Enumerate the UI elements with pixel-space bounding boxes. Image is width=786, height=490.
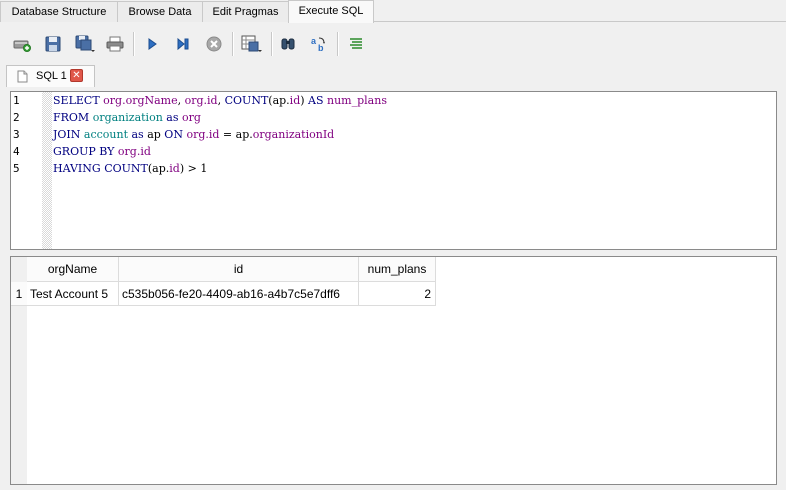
- column-header-orgname[interactable]: orgName: [27, 257, 119, 282]
- tab-browse-data[interactable]: Browse Data: [117, 1, 203, 22]
- results-grid[interactable]: orgName id num_plans 1 Test Account 5 c5…: [10, 256, 777, 485]
- stop-icon[interactable]: [203, 33, 225, 55]
- cell-orgname[interactable]: Test Account 5: [27, 282, 119, 306]
- sql-editor[interactable]: 1 2 3 4 5 SELECT org.orgName, org.id, CO…: [10, 91, 777, 250]
- row-header-area: [11, 306, 27, 484]
- open-tab-icon[interactable]: [11, 33, 33, 55]
- toolbar-separator: [133, 32, 135, 56]
- fold-margin: [42, 92, 52, 249]
- svg-text:a: a: [311, 36, 317, 46]
- open-sql-file-icon[interactable]: [42, 33, 64, 55]
- toolbar-separator: [232, 32, 234, 56]
- code-line-3: JOIN account as ap ON org.id = ap.organi…: [53, 128, 335, 141]
- toolbar-separator: [271, 32, 273, 56]
- svg-text:b: b: [318, 43, 324, 53]
- tab-sql-1[interactable]: SQL 1 ✕: [6, 65, 95, 87]
- cell-id[interactable]: c535b056-fe20-4409-ab16-a4b7c5e7dff6: [119, 282, 359, 306]
- line-number: 4: [13, 145, 20, 158]
- close-tab-icon[interactable]: ✕: [70, 69, 83, 82]
- column-header-id[interactable]: id: [119, 257, 359, 282]
- comment-icon[interactable]: [345, 33, 367, 55]
- execute-line-icon[interactable]: [172, 33, 194, 55]
- document-icon: [17, 70, 28, 83]
- execute-all-icon[interactable]: [141, 33, 163, 55]
- code-line-1: SELECT org.orgName, org.id, COUNT(ap.id)…: [53, 94, 387, 107]
- line-number: 5: [13, 162, 20, 175]
- code-line-4: GROUP BY org.id: [53, 145, 151, 158]
- grid-corner: [11, 257, 27, 282]
- sql-tab-label: SQL 1: [36, 70, 67, 82]
- save-results-icon[interactable]: [241, 33, 263, 55]
- save-sql-file-icon[interactable]: [74, 33, 96, 55]
- line-number: 3: [13, 128, 20, 141]
- sql-toolbar: ab: [0, 26, 786, 62]
- column-header-num-plans[interactable]: num_plans: [359, 257, 436, 282]
- toolbar-separator: [337, 32, 339, 56]
- line-number: 1: [13, 94, 20, 107]
- line-number: 2: [13, 111, 20, 124]
- code-line-2: FROM organization as org: [53, 111, 201, 124]
- line-number-gutter: 1 2 3 4 5: [11, 92, 42, 249]
- tab-edit-pragmas[interactable]: Edit Pragmas: [202, 1, 289, 22]
- row-header[interactable]: 1: [11, 282, 27, 306]
- main-tab-bar: Database Structure Browse Data Edit Prag…: [0, 0, 786, 23]
- print-icon[interactable]: [104, 33, 126, 55]
- code-line-5: HAVING COUNT(ap.id) > 1: [53, 162, 208, 175]
- tab-execute-sql[interactable]: Execute SQL: [288, 0, 374, 23]
- find-icon[interactable]: [277, 33, 299, 55]
- cell-num-plans[interactable]: 2: [359, 282, 436, 306]
- tab-database-structure[interactable]: Database Structure: [0, 1, 118, 22]
- find-replace-icon[interactable]: ab: [308, 33, 330, 55]
